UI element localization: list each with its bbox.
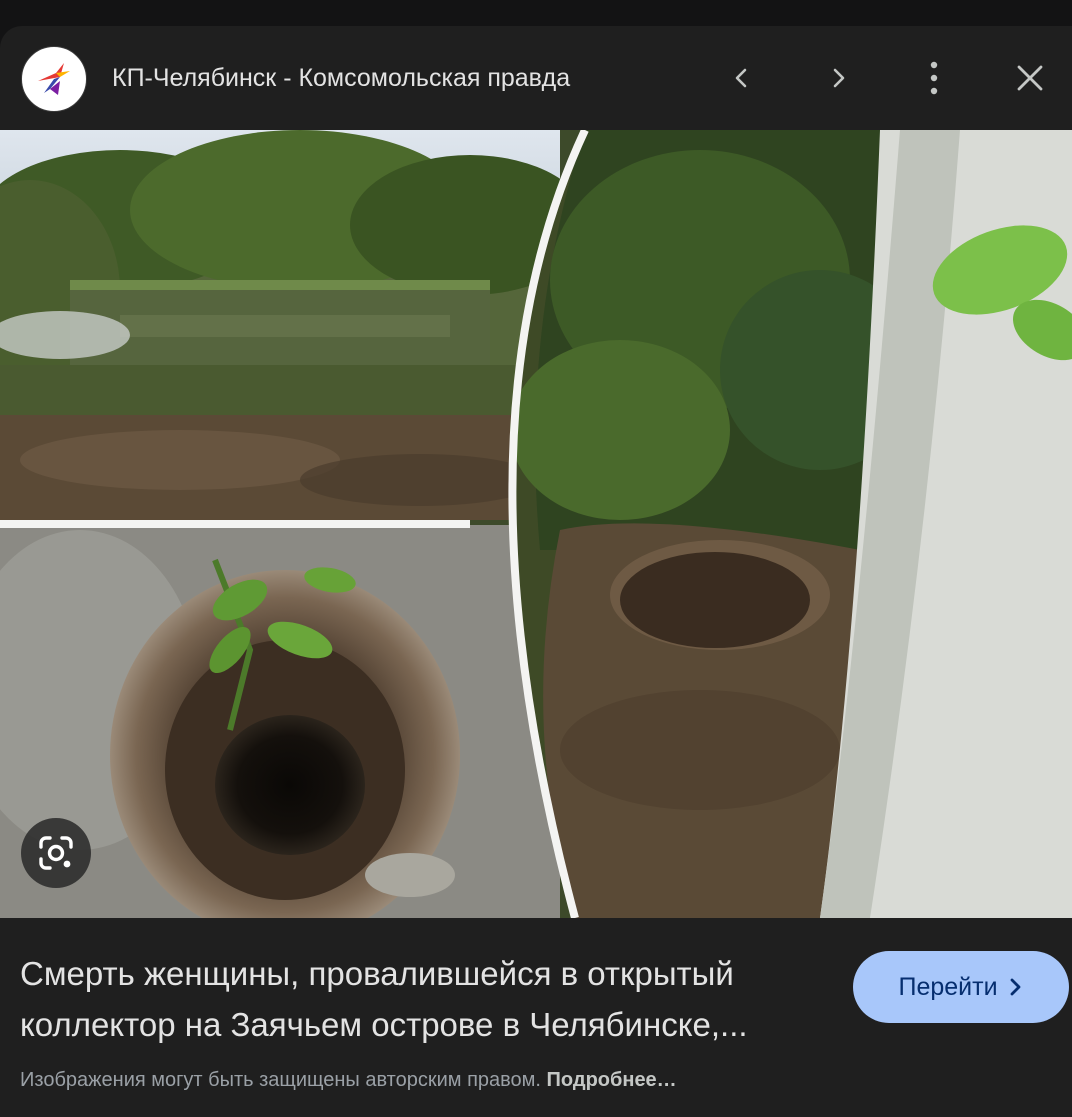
chevron-right-icon: [1010, 978, 1020, 996]
previous-button[interactable]: [718, 54, 766, 102]
google-lens-icon: [39, 836, 73, 870]
copyright-notice: Изображения могут быть защищены авторски…: [20, 1067, 1020, 1093]
forest-photo: [510, 130, 1072, 918]
image-title-line-1: Смерть женщины, провалившейся в открытый: [20, 955, 734, 992]
chevron-right-icon: [833, 68, 845, 88]
close-icon: [1017, 65, 1043, 91]
visit-button[interactable]: Перейти: [853, 951, 1069, 1023]
copyright-text: Изображения могут быть защищены авторски…: [20, 1069, 541, 1091]
visit-button-label: Перейти: [898, 972, 998, 1001]
image-title-line-2: коллектор на Заячьем острове в Челябинск…: [20, 1006, 748, 1043]
preview-image[interactable]: [0, 130, 1072, 918]
lens-search-button[interactable]: [21, 818, 91, 888]
chevron-left-icon: [735, 68, 747, 88]
site-favicon[interactable]: [21, 46, 87, 112]
more-vert-icon: [930, 61, 938, 95]
collage-photo: [0, 130, 1072, 918]
site-name[interactable]: КП-Челябинск - Комсомольская правда: [112, 60, 570, 96]
learn-more-link[interactable]: Подробнее…: [547, 1069, 677, 1091]
kp-bird-logo-icon: [38, 63, 70, 95]
image-title[interactable]: Смерть женщины, провалившейся в открытый…: [20, 948, 820, 1050]
close-button[interactable]: [1006, 54, 1054, 102]
more-options-button[interactable]: [910, 54, 958, 102]
river-photo: [0, 130, 590, 520]
next-button[interactable]: [814, 54, 862, 102]
preview-header: КП-Челябинск - Комсомольская правда: [0, 26, 1072, 130]
collage-divider: [0, 520, 470, 528]
image-preview-panel: КП-Челябинск - Комсомольская правда Смер…: [0, 26, 1072, 1117]
